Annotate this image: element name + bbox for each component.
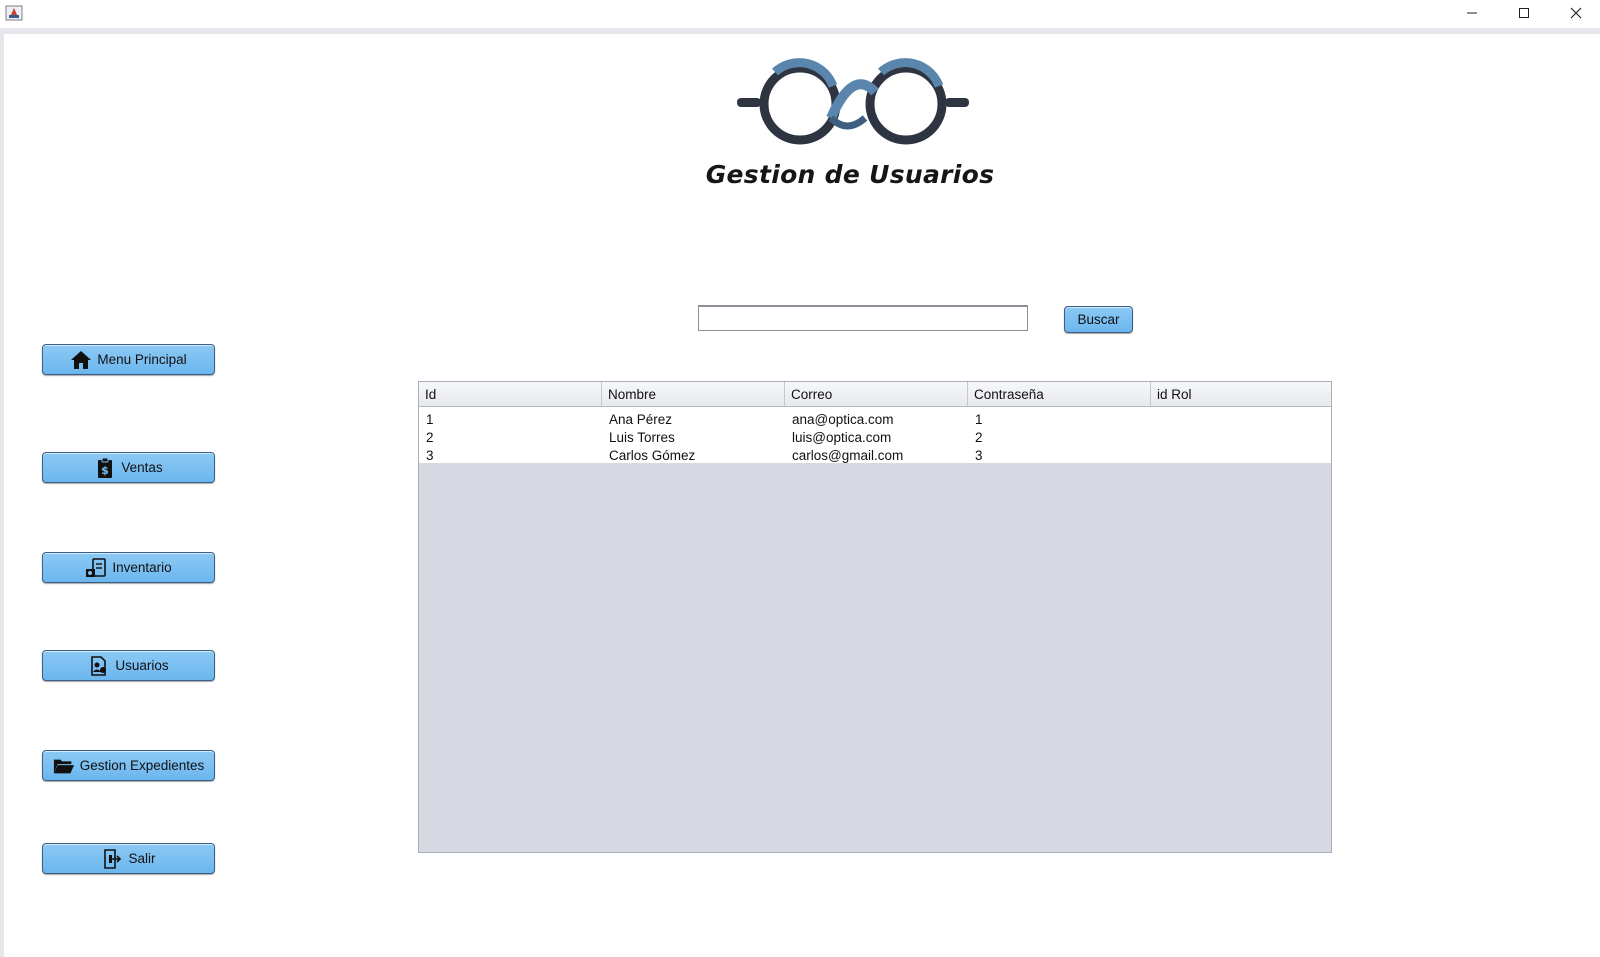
users-document-icon [88,655,110,676]
table-cell: luis@optica.com [792,430,892,445]
table-cell: ana@optica.com [792,412,894,427]
column-header-id-rol[interactable]: id Rol [1151,382,1331,406]
sidebar-item-label: Usuarios [115,658,169,673]
table-cell [1151,428,1331,446]
sales-clipboard-icon: $ [94,457,116,478]
search-input[interactable] [698,305,1028,331]
search-button[interactable]: Buscar [1064,306,1133,333]
table-row[interactable]: 1 Ana Pérez ana@optica.com 1 [419,407,1331,428]
table-cell [1151,446,1331,463]
window-frame-left [0,28,4,957]
table-row[interactable]: 3 Carlos Gómez carlos@gmail.com 3 [419,446,1331,463]
table-cell: 3 [426,448,434,463]
window-frame-top [0,28,1600,34]
maximize-button[interactable] [1502,0,1546,26]
table-cell: 2 [426,430,434,445]
table-cell: 3 [975,448,983,463]
sidebar-item-label: Menu Principal [97,352,187,367]
close-button[interactable] [1554,0,1598,26]
close-icon [1570,7,1582,19]
home-icon [70,350,92,370]
window-titlebar [0,0,1600,28]
column-header-nombre[interactable]: Nombre [602,382,785,406]
sidebar-item-label: Salir [128,851,156,866]
ventas-button[interactable]: $ Ventas [42,452,215,483]
menu-principal-button[interactable]: Menu Principal [42,344,215,375]
folder-open-icon [53,756,75,776]
users-table[interactable]: Id Nombre Correo Contraseña id Rol 1 Ana… [418,381,1332,853]
minimize-icon [1467,12,1477,14]
salir-button[interactable]: Salir [42,843,215,874]
usuarios-button[interactable]: Usuarios [42,650,215,681]
sidebar-item-label: Gestion Expedientes [79,758,205,773]
table-row[interactable]: 2 Luis Torres luis@optica.com 2 [419,428,1331,446]
java-icon [5,5,23,21]
sidebar-item-label: Ventas [121,460,163,475]
column-header-contrasena[interactable]: Contraseña [968,382,1151,406]
gestion-expedientes-button[interactable]: Gestion Expedientes [42,750,215,781]
exit-icon [101,848,123,869]
table-cell [1151,410,1331,428]
table-cell: 2 [975,430,983,445]
maximize-icon [1519,8,1529,18]
sidebar-item-label: Inventario [112,560,172,575]
table-header: Id Nombre Correo Contraseña id Rol [419,382,1331,407]
table-cell: 1 [975,412,983,427]
table-body: 1 Ana Pérez ana@optica.com 1 2 Luis Torr… [419,407,1331,463]
table-cell: 1 [426,412,434,427]
table-cell: Ana Pérez [609,412,673,427]
svg-text:$: $ [102,464,110,477]
column-header-correo[interactable]: Correo [785,382,968,406]
minimize-button[interactable] [1450,0,1494,26]
column-header-id[interactable]: Id [419,382,602,406]
page-title: Gestion de Usuarios [705,160,995,189]
glasses-logo [737,58,969,145]
inventario-button[interactable]: Inventario [42,552,215,583]
table-cell: carlos@gmail.com [792,448,904,463]
table-cell: Carlos Gómez [609,448,696,463]
table-cell: Luis Torres [609,430,675,445]
inventory-icon [85,557,107,578]
